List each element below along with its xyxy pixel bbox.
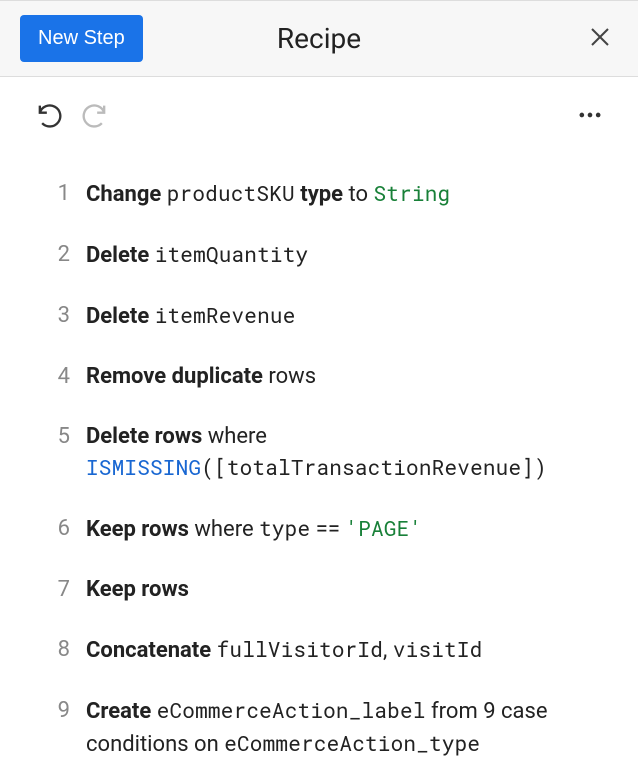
step-text-fragment: Keep rows <box>86 577 189 602</box>
step-description: Delete rows where ISMISSING([totalTransa… <box>86 421 608 486</box>
recipe-step[interactable]: 8 Concatenate fullVisitorId, visitId <box>30 634 608 667</box>
page-title: Recipe <box>277 22 361 55</box>
more-options-button[interactable] <box>570 95 610 138</box>
step-description: Create eCommerceAction_label from 9 case… <box>86 695 608 761</box>
step-number: 9 <box>30 695 70 727</box>
more-horizontal-icon <box>576 101 604 132</box>
step-number: 1 <box>30 178 70 210</box>
step-description: Delete itemRevenue <box>86 300 608 333</box>
step-text-fragment: type <box>295 182 343 207</box>
step-text-fragment: eCommerceAction_label <box>157 696 426 724</box>
recipe-step[interactable]: 1 Change productSKU type to String <box>30 178 608 211</box>
undo-button[interactable] <box>28 95 68 138</box>
step-text-fragment: ( <box>201 453 214 481</box>
recipe-steps-list: 1 Change productSKU type to String 2 Delete… <box>0 148 638 761</box>
step-text-fragment: Change <box>86 182 167 207</box>
step-description: Keep rows <box>86 574 608 606</box>
step-number: 5 <box>30 421 70 453</box>
step-text-fragment: where <box>189 517 259 542</box>
step-description: Remove duplicate rows <box>86 361 608 393</box>
step-text-fragment: Remove duplicate <box>86 364 263 389</box>
step-number: 4 <box>30 361 70 393</box>
step-text-fragment: String <box>373 179 450 207</box>
step-text-fragment: where <box>202 424 267 449</box>
step-text-fragment: Create <box>86 699 157 724</box>
step-text-fragment: fullVisitorId <box>217 635 383 663</box>
step-number: 6 <box>30 513 70 545</box>
step-description: Delete itemQuantity <box>86 239 608 272</box>
step-text-fragment: == <box>310 517 345 542</box>
step-description: Change productSKU type to String <box>86 178 608 211</box>
recipe-step[interactable]: 2 Delete itemQuantity <box>30 239 608 272</box>
toolbar <box>0 77 638 148</box>
recipe-step[interactable]: 5 Delete rows where ISMISSING([totalTrans… <box>30 421 608 486</box>
step-description: Keep rows where type == 'PAGE' <box>86 513 608 546</box>
step-number: 2 <box>30 239 70 271</box>
step-text-fragment: visitId <box>393 635 483 663</box>
step-number: 3 <box>30 300 70 332</box>
step-text-fragment: type <box>259 514 310 542</box>
header: New Step Recipe <box>0 0 638 77</box>
recipe-step[interactable]: 6 Keep rows where type == 'PAGE' <box>30 513 608 546</box>
new-step-button[interactable]: New Step <box>20 15 143 62</box>
step-text-fragment: Keep rows <box>86 517 189 542</box>
step-text-fragment: 'PAGE' <box>345 514 422 542</box>
step-text-fragment: itemQuantity <box>155 240 309 268</box>
step-description: Concatenate fullVisitorId, visitId <box>86 634 608 667</box>
step-number: 7 <box>30 574 70 606</box>
step-text-fragment: Delete rows <box>86 424 202 449</box>
step-text-fragment: rows <box>263 364 316 389</box>
step-text-fragment: [totalTransactionRevenue] <box>214 453 534 481</box>
step-text-fragment: , <box>383 638 393 663</box>
close-icon <box>588 25 612 52</box>
recipe-step[interactable]: 7 Keep rows <box>30 574 608 606</box>
step-text-fragment: Delete <box>86 243 155 268</box>
redo-icon <box>82 101 110 132</box>
redo-button[interactable] <box>76 95 116 138</box>
step-text-fragment: productSKU <box>167 179 295 207</box>
step-text-fragment: ) <box>534 453 547 481</box>
close-button[interactable] <box>582 19 618 58</box>
step-text-fragment: to <box>343 182 373 207</box>
step-text-fragment: Delete <box>86 304 155 329</box>
step-text-fragment: itemRevenue <box>155 301 296 329</box>
step-text-fragment: ISMISSING <box>86 453 201 481</box>
step-text-fragment: Concatenate <box>86 638 217 663</box>
undo-icon <box>34 101 62 132</box>
recipe-step[interactable]: 3 Delete itemRevenue <box>30 300 608 333</box>
recipe-step[interactable]: 9 Create eCommerceAction_label from 9 cas… <box>30 695 608 761</box>
step-number: 8 <box>30 634 70 666</box>
recipe-step[interactable]: 4 Remove duplicate rows <box>30 361 608 393</box>
step-text-fragment: eCommerceAction_type <box>224 729 480 757</box>
